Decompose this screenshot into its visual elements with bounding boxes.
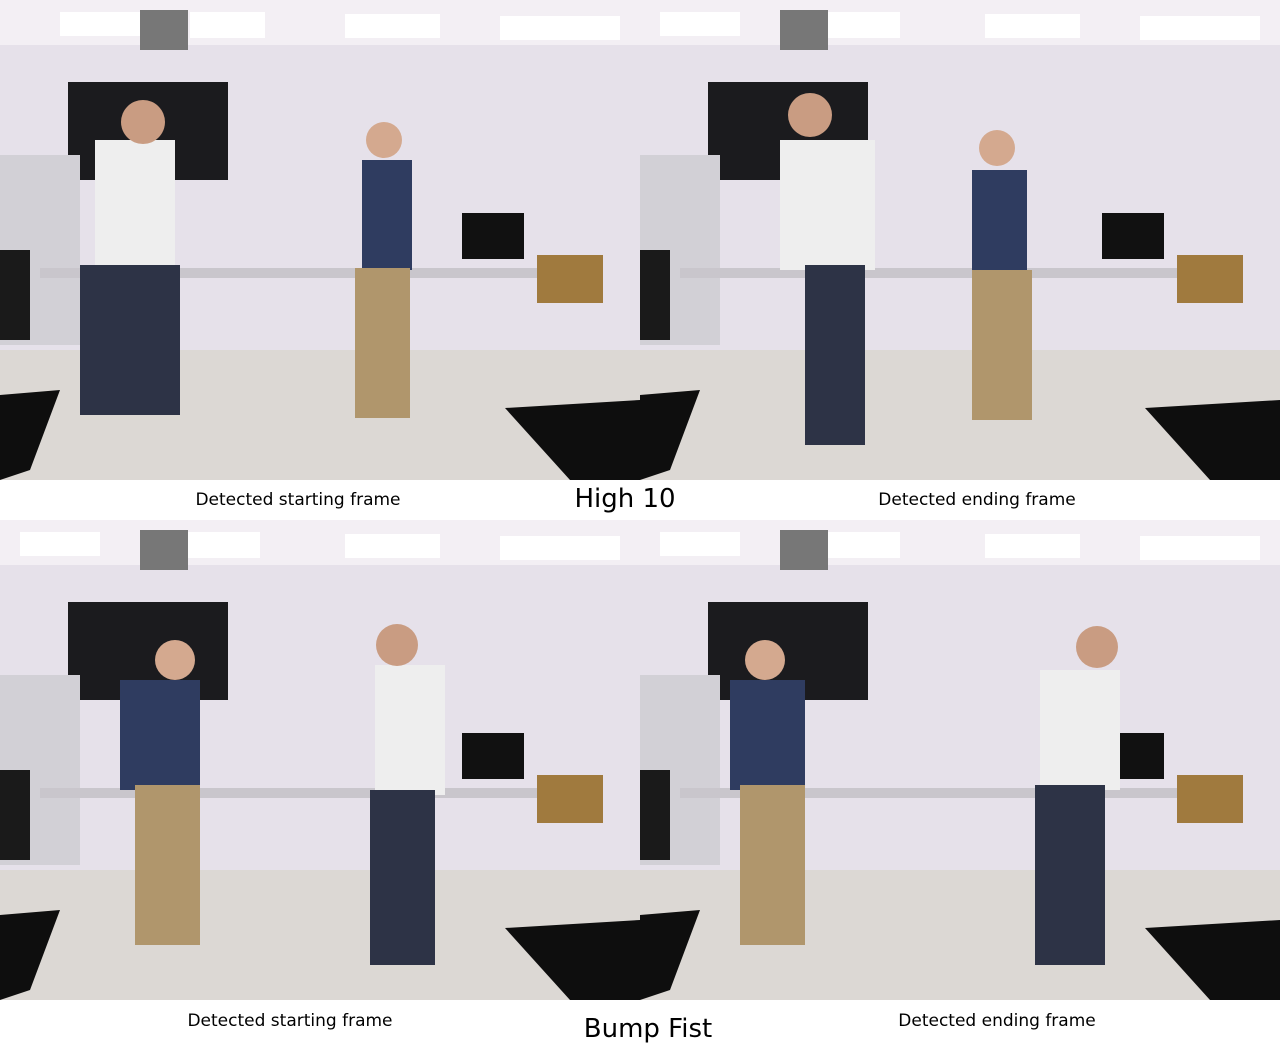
photo-high10-end bbox=[640, 0, 1280, 480]
photo-bumpfist-start bbox=[0, 520, 640, 1000]
caption-bumpfist-end: Detected ending frame bbox=[898, 1011, 1096, 1031]
caption-high10-start: Detected starting frame bbox=[195, 490, 401, 510]
photo-bumpfist-end bbox=[640, 520, 1280, 1000]
photo-scene bbox=[640, 520, 1280, 1000]
photo-scene bbox=[0, 0, 640, 480]
photo-scene bbox=[640, 0, 1280, 480]
caption-bumpfist-start: Detected starting frame bbox=[187, 1011, 393, 1031]
photo-high10-start bbox=[0, 0, 640, 480]
photo-scene bbox=[0, 520, 640, 1000]
caption-high10-end: Detected ending frame bbox=[878, 490, 1076, 510]
